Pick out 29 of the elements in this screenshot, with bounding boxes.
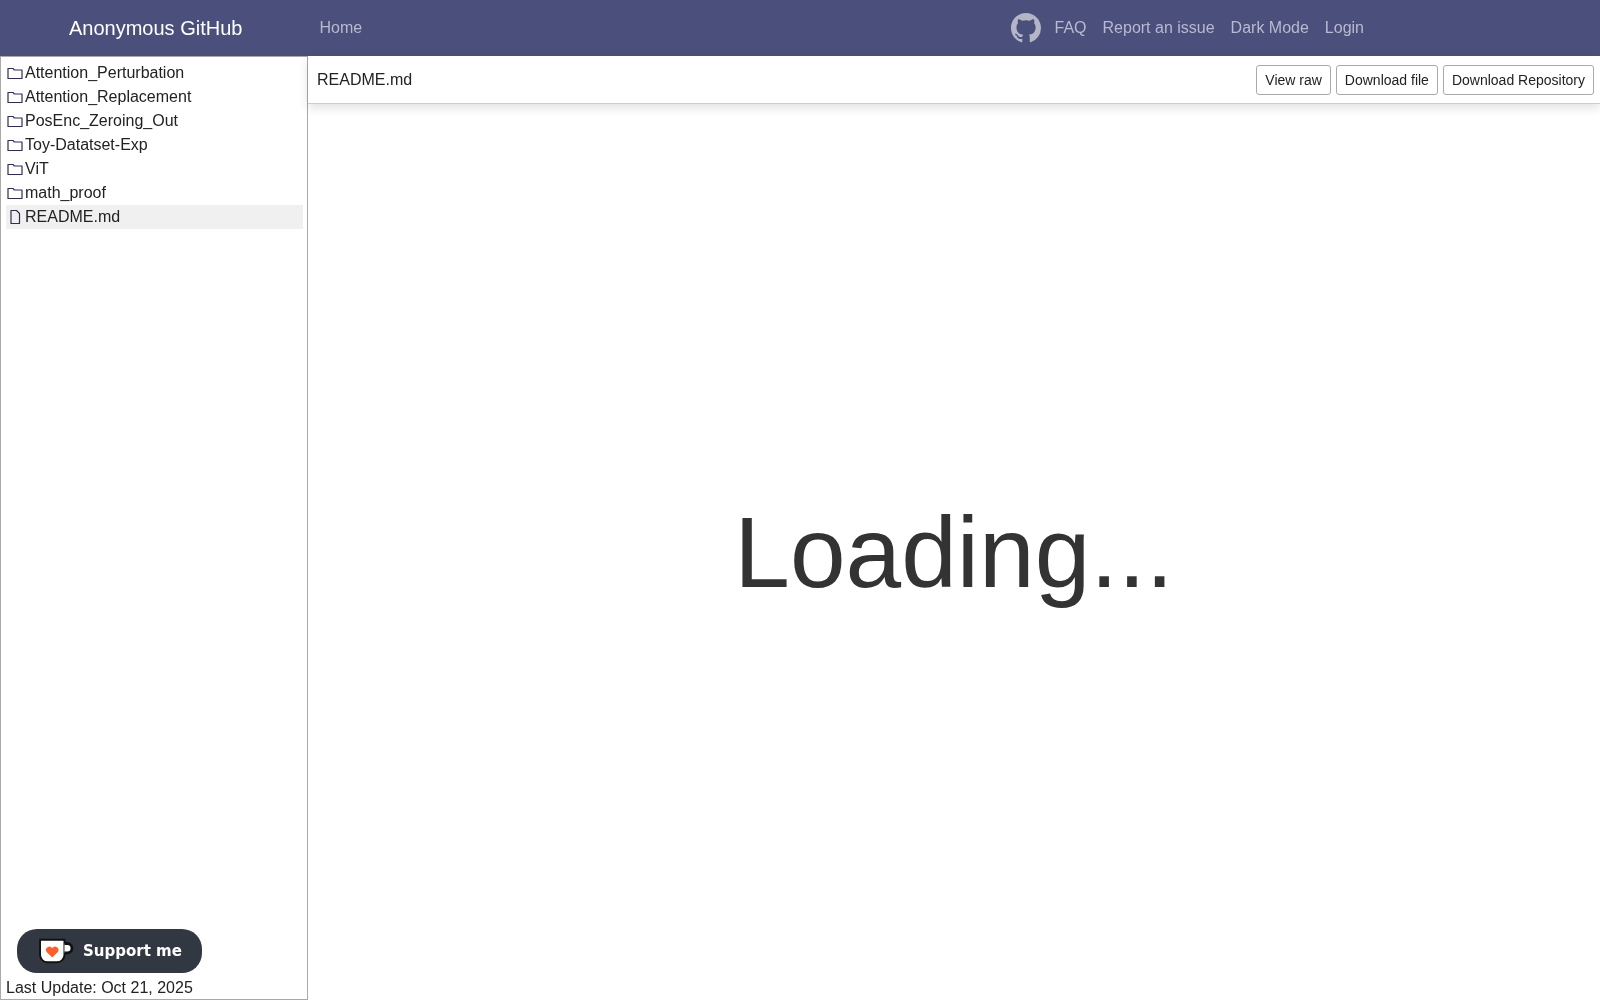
folder-icon [7, 186, 23, 200]
folder-icon [7, 138, 23, 152]
header-button[interactable]: Download file [1335, 64, 1438, 95]
nav-link[interactable]: Dark Mode [1230, 19, 1309, 37]
folder-icon [7, 66, 23, 80]
nav-link[interactable]: Home [319, 19, 363, 37]
folder-icon [7, 90, 23, 104]
coffee-cup-icon [37, 936, 75, 966]
file-icon [7, 209, 23, 225]
file-tree-item[interactable]: ViT [6, 157, 303, 181]
file-tree-item[interactable]: math_proof [6, 181, 303, 205]
header-button[interactable]: View raw [1256, 64, 1331, 95]
file-tree-item[interactable]: Toy-Datatset-Exp [6, 133, 303, 157]
nav-link[interactable]: FAQ [1054, 19, 1087, 37]
nav-link[interactable]: Report an issue [1102, 19, 1215, 37]
brand-link[interactable]: Anonymous GitHub [69, 16, 243, 40]
header-button[interactable]: Download Repository [1442, 64, 1594, 95]
file-tree-item[interactable]: Attention_Perturbation [6, 61, 303, 85]
folder-icon [7, 162, 23, 176]
file-tree-item[interactable]: PosEnc_Zeroing_Out [6, 109, 303, 133]
file-tree-item[interactable]: Attention_Replacement [6, 85, 303, 109]
nav-link[interactable]: Login [1324, 19, 1364, 37]
github-icon[interactable] [1010, 13, 1041, 43]
file-path: README.md [317, 70, 413, 89]
last-update-text: Last Update: Oct 21, 2025 [6, 979, 193, 997]
folder-icon [7, 114, 23, 128]
file-tree-item[interactable]: README.md [6, 205, 303, 229]
support-me-button[interactable]: Support me [17, 929, 202, 973]
loading-text: Loading... [734, 494, 1174, 610]
